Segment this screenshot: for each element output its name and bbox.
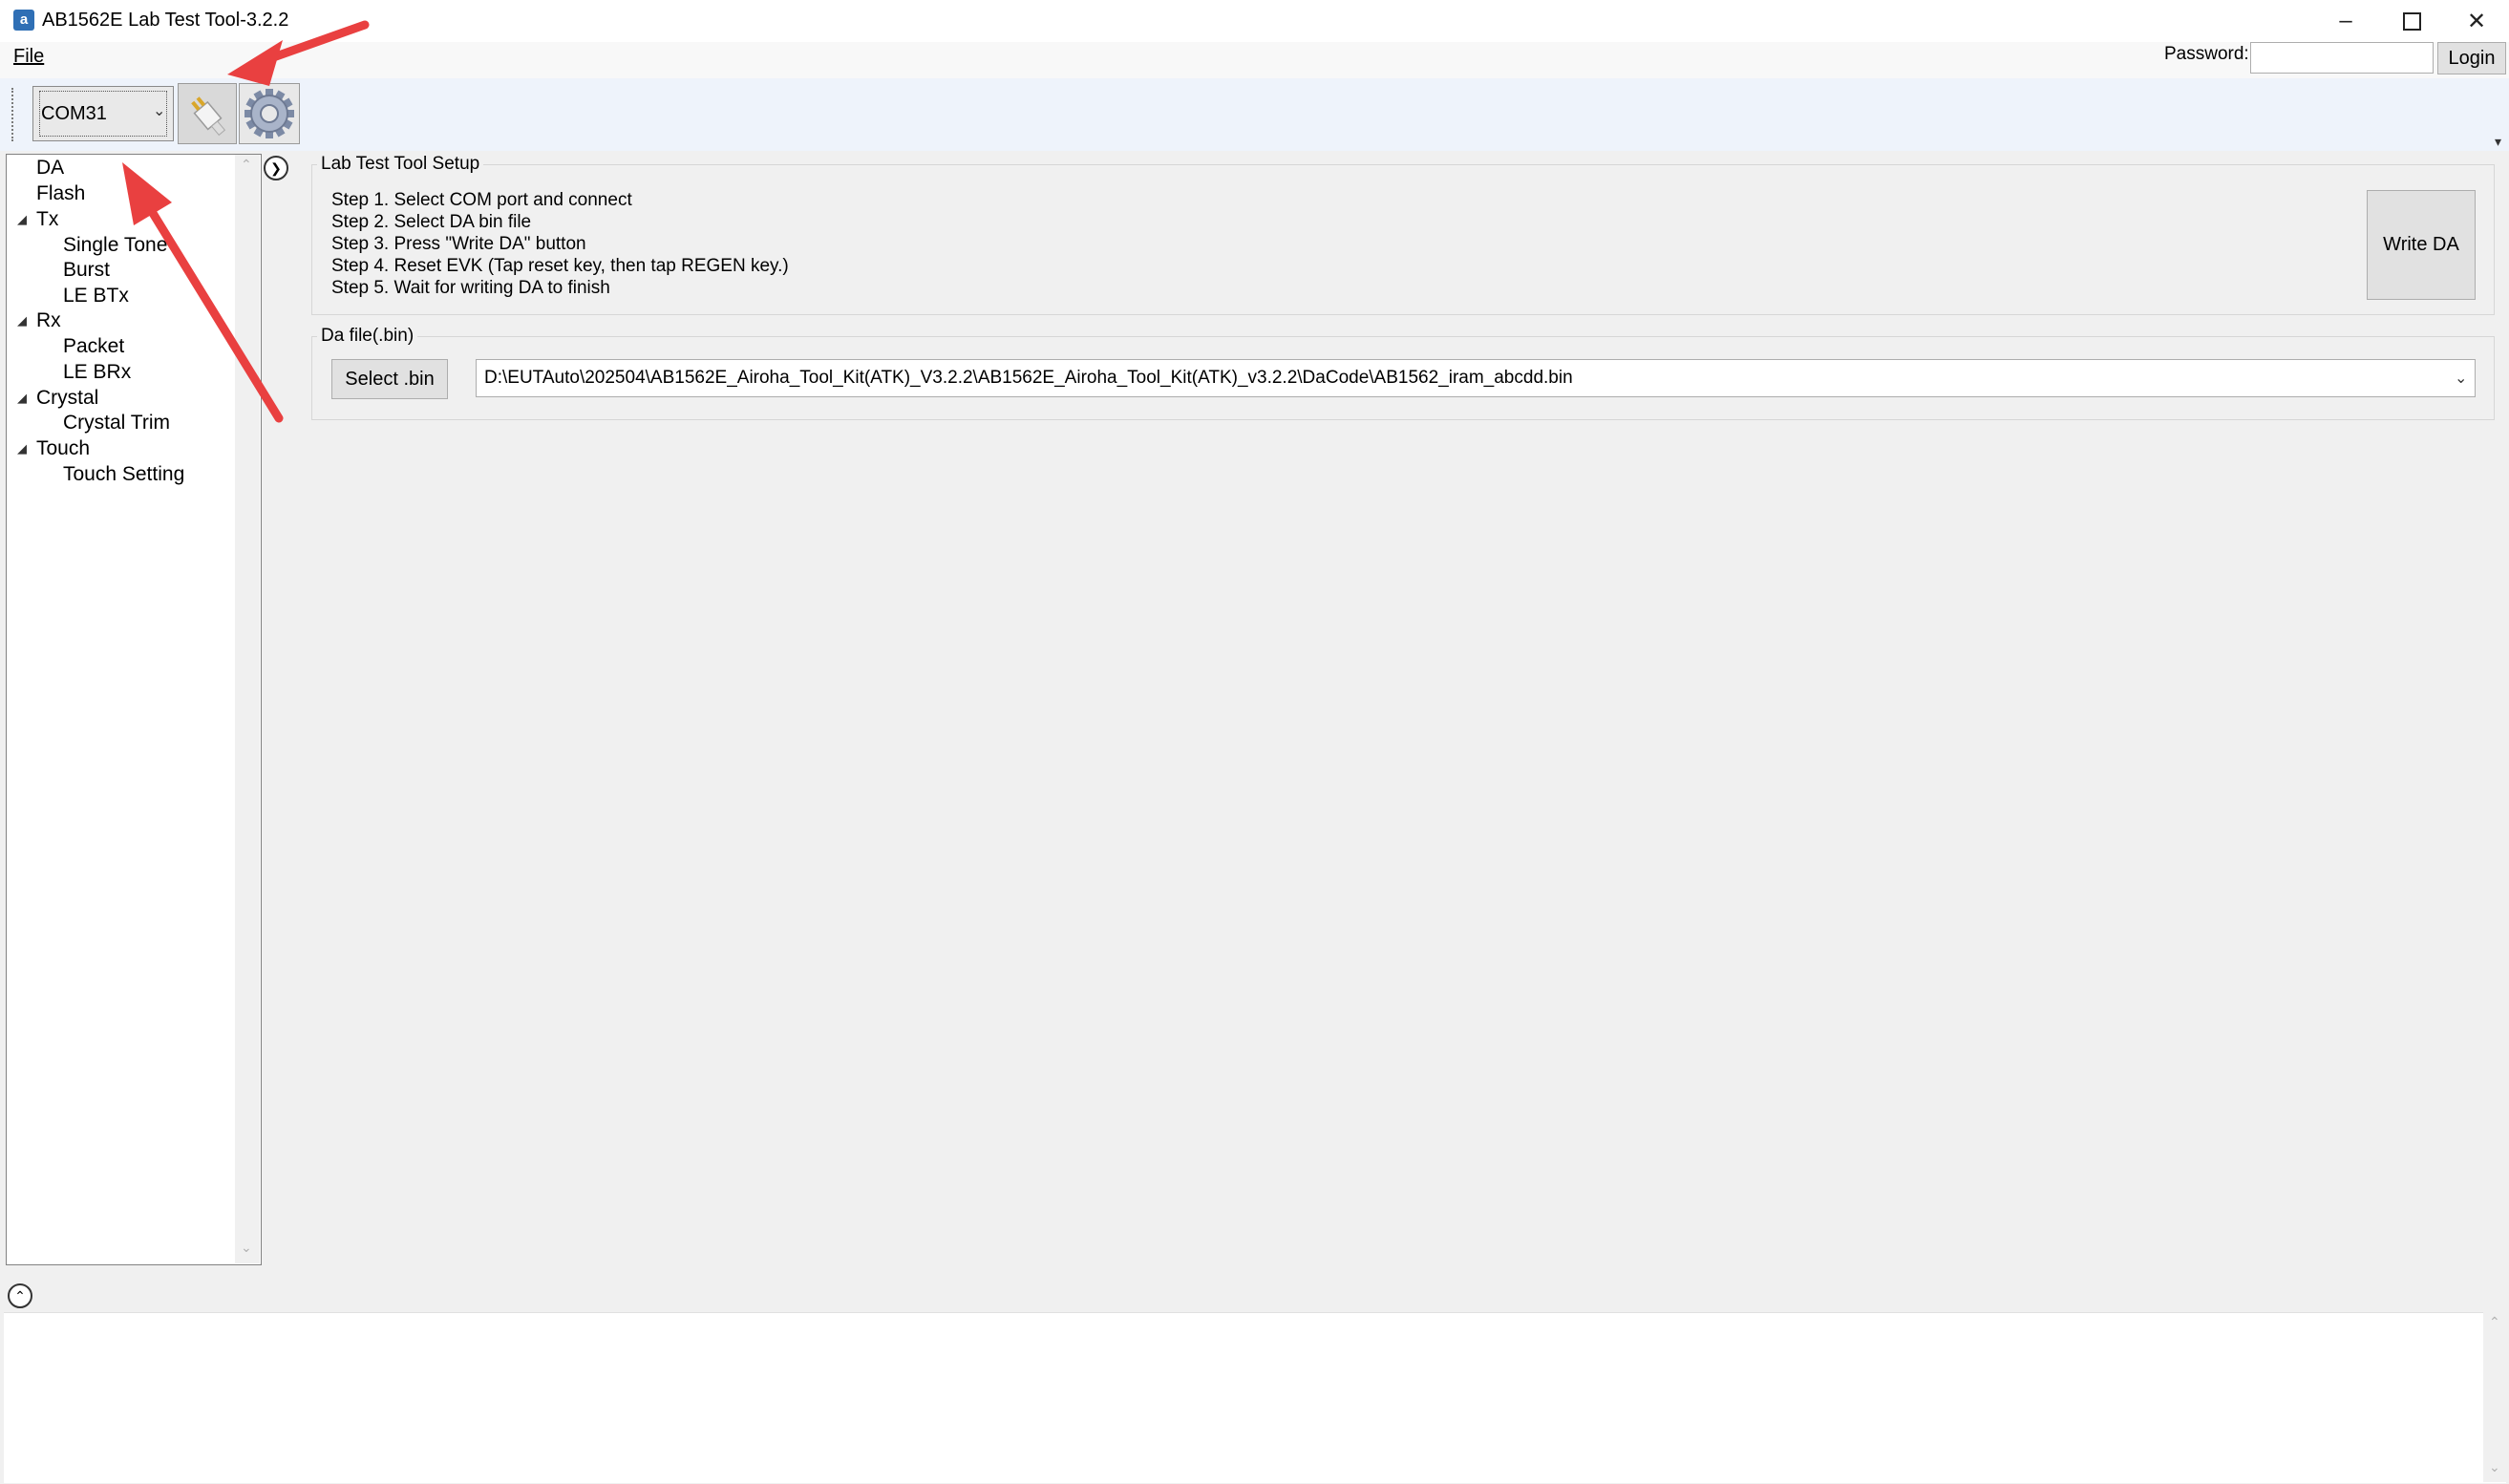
password-input[interactable] — [2250, 42, 2434, 74]
usb-plug-icon — [191, 96, 226, 137]
dafile-group-title: Da file(.bin) — [317, 325, 418, 348]
tree-item-packet[interactable]: Packet — [63, 334, 124, 359]
menu-file[interactable]: File — [13, 44, 44, 69]
tree-item-burst[interactable]: Burst — [63, 258, 110, 283]
setup-step: Step 2. Select DA bin file — [331, 212, 532, 232]
dafile-path-value: D:\EUTAuto\202504\AB1562E_Airoha_Tool_Ki… — [484, 368, 1573, 388]
toolbar — [0, 78, 2509, 151]
tree-expand-icon[interactable]: ◢ — [17, 441, 27, 456]
connect-button[interactable] — [178, 83, 237, 144]
password-label: Password: — [2164, 44, 2249, 64]
tree-expand-icon[interactable]: ◢ — [17, 313, 27, 329]
scroll-up-icon[interactable]: ⌃ — [2489, 1314, 2500, 1330]
tree-item-le-brx[interactable]: LE BRx — [63, 360, 131, 385]
setup-step: Step 1. Select COM port and connect — [331, 190, 632, 210]
setup-group — [311, 164, 2495, 315]
tree-item-crystal[interactable]: Crystal — [36, 386, 98, 411]
log-output[interactable] — [4, 1312, 2506, 1483]
tree-item-crystal-trim[interactable]: Crystal Trim — [63, 411, 170, 435]
gear-icon — [245, 89, 294, 138]
chevron-up-icon[interactable]: ⌃ — [8, 1283, 32, 1308]
toolbar-grip[interactable] — [11, 88, 13, 141]
tree-item-da[interactable]: DA — [36, 156, 64, 180]
login-button[interactable]: Login — [2437, 42, 2506, 74]
setup-step: Step 5. Wait for writing DA to finish — [331, 278, 610, 298]
log-scrollbar[interactable]: ⌃ ⌄ — [2483, 1312, 2506, 1482]
menu-bar — [0, 42, 2509, 78]
close-icon[interactable]: ✕ — [2443, 0, 2509, 42]
tree-scrollbar[interactable]: ⌃ ⌄ — [235, 155, 260, 1263]
scroll-down-icon[interactable]: ⌄ — [241, 1240, 252, 1256]
minimize-icon[interactable]: – — [2312, 0, 2379, 42]
toolbar-overflow-icon[interactable]: ▾ — [2495, 134, 2501, 150]
tree-item-touch-setting[interactable]: Touch Setting — [63, 462, 184, 487]
dafile-path-combo[interactable]: D:\EUTAuto\202504\AB1562E_Airoha_Tool_Ki… — [476, 359, 2476, 397]
tree-item-le-btx[interactable]: LE BTx — [63, 284, 129, 308]
maximize-icon[interactable] — [2378, 0, 2445, 42]
tree-item-single-tone[interactable]: Single Tone — [63, 233, 167, 258]
tree-expand-icon[interactable]: ◢ — [17, 212, 27, 227]
chevron-down-icon[interactable]: ⌄ — [2455, 369, 2467, 388]
setup-step: Step 3. Press "Write DA" button — [331, 234, 586, 254]
title-bar — [0, 0, 2509, 42]
scroll-up-icon[interactable]: ⌃ — [241, 157, 252, 173]
tree-item-tx[interactable]: Tx — [36, 207, 58, 232]
write-da-button[interactable]: Write DA — [2367, 190, 2476, 300]
tree-item-flash[interactable]: Flash — [36, 181, 85, 206]
setup-step: Step 4. Reset EVK (Tap reset key, then t… — [331, 256, 789, 276]
app-icon: a — [13, 10, 34, 31]
settings-button[interactable] — [239, 83, 300, 144]
com-port-value: COM31 — [41, 102, 107, 124]
chevron-down-icon: ⌄ — [153, 103, 166, 119]
window-title: AB1562E Lab Test Tool-3.2.2 — [42, 10, 289, 31]
scroll-down-icon[interactable]: ⌄ — [2489, 1459, 2500, 1475]
chevron-right-icon[interactable]: ❯ — [264, 156, 288, 180]
tree-item-rx[interactable]: Rx — [36, 308, 61, 333]
select-bin-button[interactable]: Select .bin — [331, 359, 448, 399]
tree-expand-icon[interactable]: ◢ — [17, 391, 27, 406]
tree-item-touch[interactable]: Touch — [36, 436, 90, 461]
setup-group-title: Lab Test Tool Setup — [317, 153, 484, 176]
